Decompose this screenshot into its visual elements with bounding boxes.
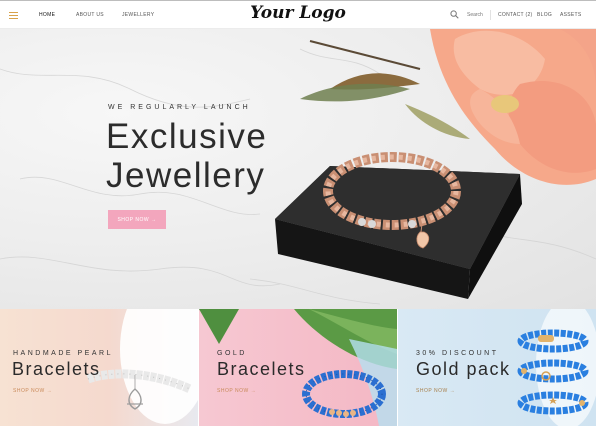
tile-2-shop-now-link[interactable]: SHOP NOW → (217, 388, 256, 394)
hero-image (0, 29, 596, 305)
tile-gold-pack[interactable]: 30% DISCOUNT Gold pack SHOP NOW → (398, 309, 596, 426)
hero-eyebrow: WE REGULARLY LAUNCH (108, 104, 251, 111)
tile-separator (198, 309, 199, 426)
tile-3-shop-now-link[interactable]: SHOP NOW → (416, 388, 455, 394)
tile-1-shop-now-link[interactable]: SHOP NOW → (13, 388, 52, 394)
tile-1-title: Bracelets (12, 359, 101, 379)
tile-1-eyebrow: HANDMADE PEARL (13, 350, 113, 357)
shop-now-button[interactable]: SHOP NOW → (108, 210, 166, 229)
search-input[interactable]: Search (467, 12, 483, 18)
nav-jewellery[interactable]: JEWELLERY (122, 12, 154, 18)
hero-title: Exclusive Jewellery (106, 117, 267, 195)
hamburger-icon[interactable] (9, 12, 18, 19)
tile-3-eyebrow: 30% DISCOUNT (416, 350, 499, 357)
nav-home[interactable]: HOME (39, 12, 55, 18)
tile-3-title: Gold pack (416, 359, 511, 379)
nav-assets[interactable]: ASSETS (560, 12, 582, 18)
nav-contact[interactable]: CONTACT (2) (498, 12, 533, 18)
header-divider (490, 10, 491, 20)
hero-title-line-1: Exclusive (106, 117, 268, 156)
nav-about-us[interactable]: ABOUT US (76, 12, 104, 18)
hero-banner: WE REGULARLY LAUNCH Exclusive Jewellery … (0, 29, 596, 309)
site-logo[interactable]: Your Logo (250, 3, 346, 23)
hero-title-line-2: Jewellery (106, 156, 266, 195)
tile-separator (397, 309, 398, 426)
nav-blog[interactable]: BLOG (537, 12, 552, 18)
tile-2-title: Bracelets (217, 359, 306, 379)
tile-gold-bracelets[interactable]: GOLD Bracelets SHOP NOW → (199, 309, 397, 426)
search-icon[interactable] (450, 10, 459, 19)
site-header: HOME ABOUT US JEWELLERY Your Logo Search… (0, 0, 596, 29)
tile-pearl-bracelets[interactable]: HANDMADE PEARL Bracelets SHOP NOW → (0, 309, 198, 426)
tile-2-eyebrow: GOLD (217, 350, 247, 357)
